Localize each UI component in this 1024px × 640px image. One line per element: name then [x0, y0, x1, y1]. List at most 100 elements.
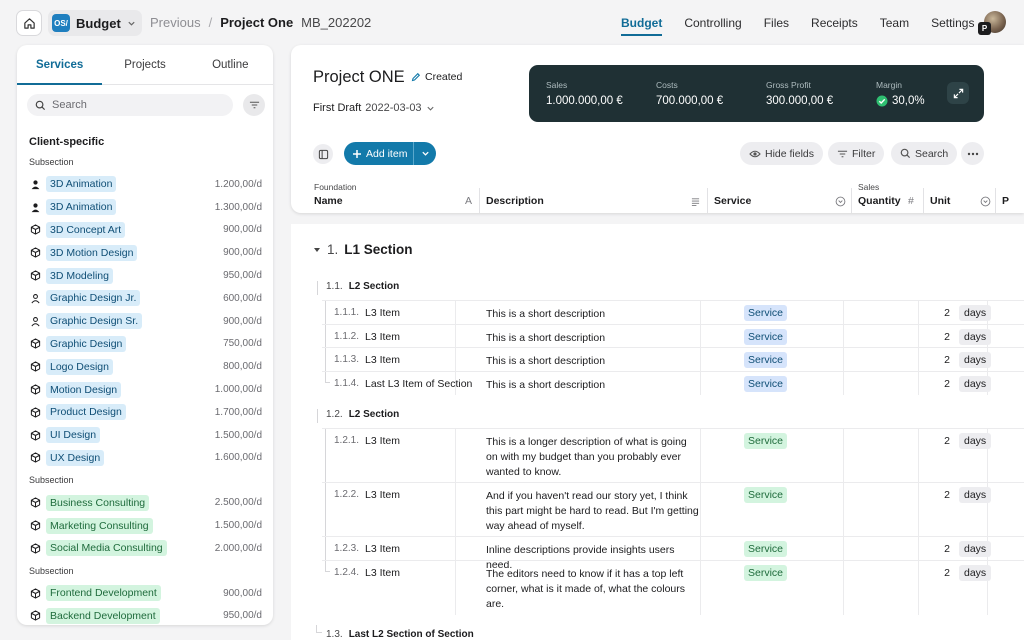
- nav-tab-team[interactable]: Team: [869, 0, 920, 46]
- service-item[interactable]: Graphic Design 750,00/d: [17, 333, 273, 356]
- search-button[interactable]: Search: [891, 142, 958, 165]
- table-row[interactable]: 1.1.4. Last L3 Item of Section This is a s…: [322, 370, 1024, 395]
- l1-section-header[interactable]: 1. L1 Section: [313, 242, 413, 257]
- app-logo: OS/: [52, 14, 70, 32]
- unit-tag[interactable]: days: [959, 541, 992, 557]
- nav-tab-settings[interactable]: Settings: [920, 0, 985, 46]
- column-divider[interactable]: [923, 188, 924, 213]
- more-options-button[interactable]: [961, 142, 984, 165]
- filter-button[interactable]: Filter: [828, 142, 885, 165]
- service-item[interactable]: 3D Modeling 950,00/d: [17, 264, 273, 287]
- hide-fields-button[interactable]: Hide fields: [740, 142, 824, 165]
- breadcrumb-previous[interactable]: Previous: [150, 15, 201, 30]
- service-tag[interactable]: Service: [744, 564, 788, 581]
- tab-services[interactable]: Services: [17, 45, 103, 85]
- unit-tag[interactable]: days: [959, 305, 992, 321]
- service-tag[interactable]: Service: [744, 487, 788, 503]
- table-row[interactable]: 1.2.3. L3 Item Inline descriptions provide…: [322, 536, 1024, 571]
- app-switcher[interactable]: OS/ Budget: [48, 10, 142, 36]
- row-quantity[interactable]: 2: [882, 307, 950, 319]
- column-header-description[interactable]: Description: [486, 195, 701, 213]
- service-tag[interactable]: Service: [744, 305, 788, 321]
- table-row[interactable]: 1.1.2. L3 Item This is a short description…: [322, 323, 1024, 348]
- service-item[interactable]: 3D Animation 1.300,00/d: [17, 196, 273, 219]
- service-item[interactable]: Frontend Development 900,00/d: [17, 582, 273, 605]
- draft-selector[interactable]: First Draft 2022-03-03: [313, 102, 435, 114]
- tab-outline[interactable]: Outline: [188, 45, 273, 84]
- row-number: 1.2.3.: [334, 543, 360, 554]
- row-quantity[interactable]: 2: [882, 567, 950, 579]
- add-item-dropdown[interactable]: [414, 149, 436, 158]
- column-header-unit[interactable]: Unit: [930, 195, 992, 213]
- caret-down-icon[interactable]: [313, 246, 321, 254]
- row-quantity[interactable]: 2: [882, 354, 950, 366]
- service-tag[interactable]: Service: [744, 328, 788, 345]
- add-item-main[interactable]: Add item: [344, 142, 414, 165]
- sidebar-search[interactable]: [27, 94, 233, 116]
- nav-tab-controlling[interactable]: Controlling: [673, 0, 752, 46]
- service-item[interactable]: Business Consulting 2.500,00/d: [17, 491, 273, 514]
- service-item[interactable]: 3D Animation 1.200,00/d: [17, 173, 273, 196]
- column-header-service[interactable]: Service: [714, 195, 849, 213]
- service-tag[interactable]: Service: [744, 375, 788, 392]
- sidebar-search-input[interactable]: [52, 99, 212, 111]
- unit-tag[interactable]: days: [959, 433, 992, 449]
- panel-icon: [318, 149, 328, 159]
- toggle-sidebar-button[interactable]: [313, 144, 333, 164]
- column-divider[interactable]: [707, 188, 708, 213]
- row-quantity[interactable]: 2: [882, 543, 950, 555]
- column-divider[interactable]: [851, 188, 852, 213]
- row-quantity[interactable]: 2: [882, 378, 950, 390]
- l2-section-header[interactable]: 1.3. Last L2 Section of Section: [316, 624, 474, 640]
- unit-tag[interactable]: days: [959, 564, 992, 581]
- table-row[interactable]: 1.2.1. L3 Item This is a longer descriptio…: [322, 428, 1024, 483]
- unit-tag[interactable]: days: [959, 487, 992, 503]
- service-item[interactable]: Logo Design 800,00/d: [17, 355, 273, 378]
- service-item[interactable]: 3D Motion Design 900,00/d: [17, 241, 273, 264]
- status-badge[interactable]: Created: [411, 71, 462, 83]
- tab-projects[interactable]: Projects: [102, 45, 187, 84]
- nav-tab-files[interactable]: Files: [753, 0, 800, 46]
- row-quantity[interactable]: 2: [882, 331, 950, 343]
- cube-icon: [30, 224, 41, 236]
- service-item[interactable]: Marketing Consulting 1.500,00/d: [17, 514, 273, 537]
- column-divider[interactable]: [479, 188, 480, 213]
- table-row[interactable]: 1.2.2. L3 Item And if you haven't read our…: [322, 482, 1024, 537]
- column-header-name[interactable]: Name A: [314, 195, 474, 213]
- breadcrumb: Previous / Project One MB_202202: [150, 15, 371, 30]
- row-quantity[interactable]: 2: [882, 435, 950, 447]
- table-row[interactable]: 1.1.1. L3 Item This is a short description…: [322, 300, 1024, 325]
- service-name: Motion Design: [46, 381, 122, 398]
- nav-tab-receipts[interactable]: Receipts: [800, 0, 869, 46]
- service-item[interactable]: Graphic Design Jr. 600,00/d: [17, 287, 273, 310]
- column-header-quantity[interactable]: Quantity #: [858, 195, 918, 213]
- unit-tag[interactable]: days: [959, 375, 992, 392]
- service-tag[interactable]: Service: [744, 352, 788, 368]
- service-name: Marketing Consulting: [46, 517, 153, 534]
- service-item[interactable]: Social Media Consulting 2.000,00/d: [17, 537, 273, 560]
- service-tag[interactable]: Service: [744, 541, 788, 557]
- column-divider[interactable]: [995, 188, 996, 213]
- service-item[interactable]: Motion Design 1.000,00/d: [17, 378, 273, 401]
- column-header-price[interactable]: P: [1002, 195, 1022, 213]
- service-item[interactable]: Product Design 1.700,00/d: [17, 401, 273, 424]
- service-item[interactable]: Graphic Design Sr. 900,00/d: [17, 310, 273, 333]
- l2-section-header[interactable]: 1.2. L2 Section: [326, 409, 399, 420]
- service-item[interactable]: UX Design 1.600,00/d: [17, 447, 273, 470]
- add-item-button[interactable]: Add item: [344, 142, 436, 165]
- home-button[interactable]: [16, 10, 42, 36]
- sidebar-filter-button[interactable]: [243, 94, 265, 116]
- l2-section-header[interactable]: 1.1. L2 Section: [326, 281, 399, 292]
- service-item[interactable]: UI Design 1.500,00/d: [17, 424, 273, 447]
- row-quantity[interactable]: 2: [882, 489, 950, 501]
- table-row[interactable]: 1.1.3. L3 Item This is a short description…: [322, 347, 1024, 372]
- unit-tag[interactable]: days: [959, 352, 992, 368]
- nav-tab-budget[interactable]: Budget: [610, 0, 673, 46]
- table-row[interactable]: 1.2.4. L3 Item The editors need to know if…: [322, 559, 1024, 615]
- service-item[interactable]: 3D Concept Art 900,00/d: [17, 219, 273, 242]
- service-tag[interactable]: Service: [744, 433, 788, 449]
- unit-tag[interactable]: days: [959, 328, 992, 345]
- expand-kpi-button[interactable]: [947, 82, 969, 104]
- service-item[interactable]: Backend Development 950,00/d: [17, 605, 273, 625]
- row-name: L3 Item: [365, 307, 401, 319]
